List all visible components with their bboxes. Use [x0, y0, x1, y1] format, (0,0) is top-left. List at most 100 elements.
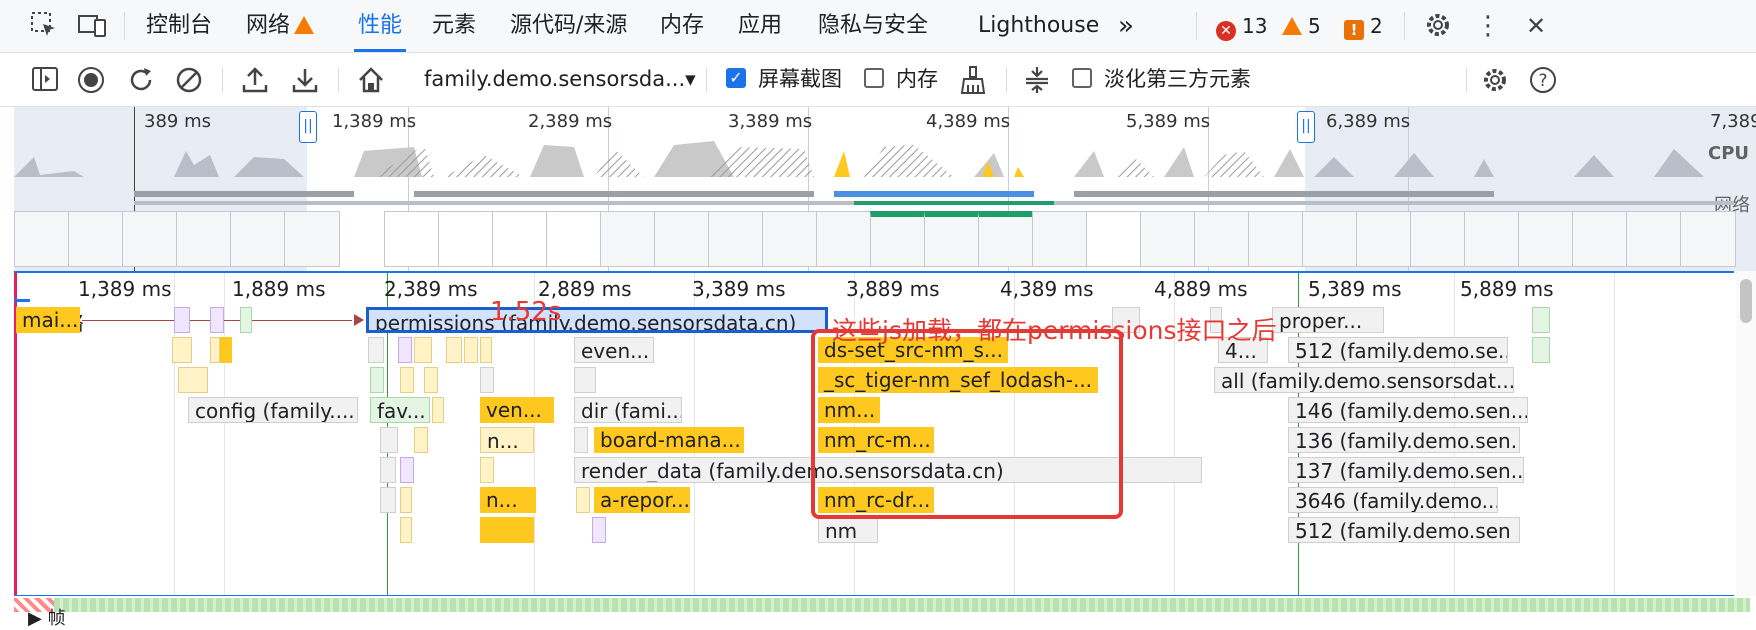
clear-icon[interactable] — [174, 65, 204, 95]
screenshot-thumbnail[interactable] — [1248, 211, 1304, 267]
network-request-bar[interactable]: 136 (family.demo.sen... — [1288, 427, 1520, 453]
screenshot-thumbnail[interactable] — [1032, 211, 1088, 267]
issues-counter[interactable]: ! 2 — [1344, 0, 1383, 52]
range-end-handle[interactable]: || — [1297, 111, 1315, 143]
collapse-tracks-icon[interactable] — [1022, 65, 1052, 95]
device-toolbar-icon[interactable] — [76, 10, 108, 42]
dim-third-party-checkbox[interactable] — [1072, 68, 1092, 88]
network-request-bar[interactable]: 146 (family.demo.sen... — [1288, 397, 1528, 423]
screenshot-thumbnail[interactable] — [384, 211, 440, 267]
screenshot-thumbnail[interactable] — [1356, 211, 1412, 267]
screenshots-checkbox[interactable]: ✓ — [726, 68, 746, 88]
network-request-bar[interactable]: n... — [480, 487, 536, 513]
help-icon[interactable]: ? — [1528, 65, 1558, 95]
home-icon[interactable] — [356, 65, 386, 95]
network-request-bar[interactable]: even... — [574, 337, 654, 363]
screenshot-thumbnail[interactable] — [870, 211, 926, 267]
screenshot-thumbnail[interactable] — [816, 211, 872, 267]
network-request-bar[interactable]: nm — [818, 517, 878, 543]
network-request-bar[interactable]: fav... — [370, 397, 430, 423]
screenshot-thumbnail[interactable] — [1464, 211, 1520, 267]
inspect-element-icon[interactable] — [28, 10, 60, 42]
network-request-bar[interactable]: config (family.... — [188, 397, 358, 423]
screenshot-thumbnail[interactable] — [1626, 211, 1682, 267]
warning-counter[interactable]: 5 — [1282, 0, 1321, 52]
screenshot-thumbnail[interactable] — [1194, 211, 1250, 267]
more-options-menu-icon[interactable]: ⋮ — [1472, 10, 1504, 42]
settings-gear-icon[interactable] — [1422, 10, 1454, 42]
screenshot-thumbnail[interactable] — [978, 211, 1034, 267]
tab-lighthouse[interactable]: Lighthouse — [978, 0, 1099, 52]
performance-toolbar: family.demo.sensorsda...▾ ✓ 屏幕截图 内存 淡化第三… — [0, 53, 1756, 107]
tab-elements[interactable]: 元素 — [432, 0, 476, 52]
tab-performance[interactable]: 性能 — [354, 0, 407, 52]
permissions-request-bar[interactable]: permissions (family.demo.sensorsdata.cn) — [366, 307, 828, 333]
timeline-overview[interactable]: 389 ms 1,389 ms 2,389 ms 3,389 ms 4,389 … — [14, 107, 1756, 271]
network-request-bar[interactable]: proper... — [1272, 307, 1384, 333]
upload-profile-icon[interactable] — [240, 65, 270, 95]
devtools-tab-bar: 控制台 网络 性能 元素 源代码/来源 内存 应用 隐私与安全 Lighthou… — [0, 0, 1756, 53]
screenshot-thumbnail[interactable] — [654, 211, 710, 267]
more-tabs-chevron-icon[interactable]: » — [1118, 0, 1134, 52]
capture-settings-gear-icon[interactable] — [1480, 65, 1510, 95]
vertical-scrollbar[interactable] — [1736, 271, 1756, 597]
screenshot-thumbnail[interactable] — [1572, 211, 1628, 267]
network-request-bar[interactable]: dir (fami... — [574, 397, 682, 423]
screenshot-thumbnail[interactable] — [600, 211, 656, 267]
tab-memory[interactable]: 内存 — [660, 0, 704, 52]
screenshot-thumbnail[interactable] — [1518, 211, 1574, 267]
reload-record-icon[interactable] — [126, 65, 156, 95]
scrollbar-thumb[interactable] — [1740, 279, 1752, 323]
screenshot-thumbnail[interactable] — [68, 211, 124, 267]
screenshot-thumbnail[interactable] — [230, 211, 286, 267]
screenshot-thumbnail[interactable] — [284, 211, 340, 267]
error-counter[interactable]: ✕ 13 — [1216, 0, 1267, 52]
screenshot-thumbnail[interactable] — [546, 211, 602, 267]
screenshot-thumbnail[interactable] — [492, 211, 548, 267]
screenshot-thumbnail[interactable] — [438, 211, 494, 267]
target-url-select[interactable]: family.demo.sensorsda...▾ — [424, 53, 696, 106]
network-request-bar[interactable]: a-repor... — [594, 487, 690, 513]
close-devtools-icon[interactable]: ✕ — [1520, 10, 1552, 42]
download-profile-icon[interactable] — [290, 65, 320, 95]
dim-third-party-label: 淡化第三方元素 — [1104, 67, 1251, 91]
network-request-bar[interactable]: board-mana... — [594, 427, 744, 453]
sidebar-toggle-icon[interactable] — [30, 65, 60, 95]
screenshot-thumbnail[interactable] — [924, 211, 980, 267]
screenshot-thumbnail[interactable] — [122, 211, 178, 267]
tab-console[interactable]: 控制台 — [146, 0, 212, 52]
screenshot-thumbnail[interactable] — [176, 211, 232, 267]
tab-privacy-security[interactable]: 隐私与安全 — [818, 0, 928, 52]
memory-checkbox[interactable] — [864, 68, 884, 88]
warning-count: 5 — [1308, 14, 1321, 38]
time-ruler-tick: 1,389 ms — [78, 277, 172, 301]
tab-network[interactable]: 网络 — [246, 0, 315, 52]
network-request-bar[interactable]: all (family.demo.sensorsdat... — [1214, 367, 1514, 393]
time-ruler-tick: 3,389 ms — [692, 277, 786, 301]
record-button-icon[interactable] — [76, 65, 106, 95]
screenshot-thumbnail[interactable] — [1302, 211, 1358, 267]
network-request-bar[interactable]: 137 (family.demo.sen... — [1288, 457, 1524, 483]
screenshot-thumbnail[interactable] — [1086, 211, 1142, 267]
screenshot-thumbnail[interactable] — [1410, 211, 1466, 267]
tab-sources[interactable]: 源代码/来源 — [510, 0, 627, 52]
network-flame-chart[interactable]: 1,389 ms 1,889 ms 2,389 ms 2,889 ms 3,38… — [14, 271, 1734, 597]
screenshot-thumbnail[interactable] — [708, 211, 764, 267]
range-start-handle[interactable]: || — [299, 111, 317, 143]
network-request-bar[interactable]: 512 (family.demo.sen — [1288, 517, 1520, 543]
garbage-collect-broom-icon[interactable] — [958, 65, 988, 95]
frames-track-header[interactable]: ▶ 帧 — [28, 604, 66, 630]
network-request-bar[interactable]: 3646 (family.demo... — [1288, 487, 1498, 513]
screenshot-thumbnail[interactable] — [1140, 211, 1196, 267]
screenshot-thumbnail[interactable] — [14, 211, 70, 267]
memory-label: 内存 — [896, 67, 938, 91]
svg-text:?: ? — [1538, 71, 1547, 91]
network-request-bar[interactable]: mai... — [16, 307, 80, 333]
screenshot-thumbnail[interactable] — [1680, 211, 1736, 267]
frames-track[interactable]: ▶ 帧 — [14, 596, 1756, 630]
network-request-bar[interactable]: n... — [480, 427, 534, 453]
network-request-bar[interactable]: 512 (family.demo.se... — [1288, 337, 1508, 363]
screenshot-thumbnail[interactable] — [762, 211, 818, 267]
tab-application[interactable]: 应用 — [738, 0, 782, 52]
network-request-bar[interactable]: ven... — [480, 397, 554, 423]
